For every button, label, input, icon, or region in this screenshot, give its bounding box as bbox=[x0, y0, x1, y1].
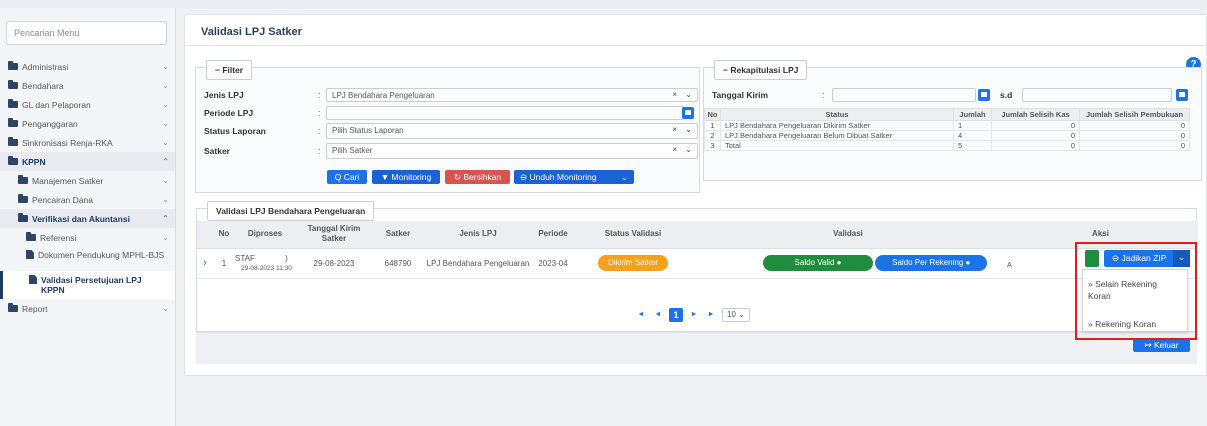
main-content: Validasi LPJ Satker ? − Filter Jenis LPJ… bbox=[184, 14, 1207, 376]
table-row: 3 Total 5 0 0 bbox=[704, 140, 1190, 151]
jenis-lpj-select[interactable]: LPJ Bendahara Pengeluaran × ⌄ bbox=[326, 88, 698, 102]
sidebar-item-verifikasi[interactable]: Verifikasi dan Akuntansi ⌃ bbox=[0, 209, 175, 228]
filter-panel: − Filter Jenis LPJ: LPJ Bendahara Pengel… bbox=[195, 60, 700, 193]
sidebar-item-report[interactable]: Report ⌄ bbox=[0, 299, 175, 318]
folder-icon bbox=[8, 156, 18, 165]
saldo-valid-button[interactable]: Saldo Valid ● bbox=[763, 255, 873, 271]
expand-row-icon[interactable]: › bbox=[197, 248, 213, 279]
chevron-down-icon: ⌄ bbox=[162, 81, 169, 90]
folder-icon bbox=[26, 232, 36, 241]
table-row: 1 LPJ Bendahara Pengeluaran Dikirim Satk… bbox=[704, 120, 1190, 131]
keluar-button[interactable]: ↦ Keluar bbox=[1133, 338, 1190, 352]
footer-bar bbox=[196, 332, 1197, 364]
validasi-table: No Diproses Tanggal Kirim Satker Satker … bbox=[197, 221, 1198, 279]
page-size-select[interactable]: 10 ⌄ bbox=[722, 308, 750, 322]
chevron-down-icon: ⌄ bbox=[162, 233, 169, 242]
unduh-monitoring-button[interactable]: ⊖ Unduh Monitoring ⌄ bbox=[514, 170, 634, 184]
page-title: Validasi LPJ Satker bbox=[201, 26, 302, 38]
pagination: ◄ ◄ 1 ► ► 10 ⌄ bbox=[635, 308, 750, 322]
search-input[interactable]: Pencarian Menu bbox=[6, 21, 167, 45]
chevron-down-icon: ⌄ bbox=[162, 176, 169, 185]
table-row: › 1 STAF ) 29-08-2023 11:30 29-08-2023 6… bbox=[197, 248, 1198, 279]
status-laporan-select[interactable]: Pilih Status Laporan × ⌄ bbox=[326, 123, 698, 139]
jenis-row: Jenis LPJ: LPJ Bendahara Pengeluaran × ⌄ bbox=[204, 88, 698, 102]
tanggal-kirim-to[interactable] bbox=[1022, 88, 1172, 102]
calendar-icon[interactable] bbox=[1176, 89, 1188, 101]
periode-row: Periode LPJ: bbox=[204, 106, 684, 120]
folder-icon bbox=[18, 175, 28, 184]
clear-icon[interactable]: × bbox=[672, 145, 677, 154]
tanggal-row: Tanggal Kirim : bbox=[712, 90, 825, 100]
sidebar-item-kppn[interactable]: KPPN ⌃ bbox=[0, 152, 175, 171]
rekap-panel: − Rekapitulasi LPJ Tanggal Kirim : s.d N… bbox=[703, 60, 1202, 181]
first-page-button[interactable]: ◄ bbox=[635, 308, 647, 322]
folder-icon bbox=[8, 99, 18, 108]
cari-button[interactable]: Q Cari bbox=[327, 170, 367, 184]
validasi-panel: Validasi LPJ Bendahara Pengeluaran No Di… bbox=[196, 201, 1198, 332]
chevron-down-icon: ⌄ bbox=[162, 304, 169, 313]
tanggal-kirim-from[interactable] bbox=[832, 88, 976, 102]
chevron-down-icon: ⌄ bbox=[685, 90, 692, 99]
sidebar: Pencarian Menu Administrasi ⌄ Bendahara ⌄ … bbox=[0, 8, 176, 426]
periode-input[interactable] bbox=[326, 106, 684, 120]
sidebar-item-manajemen-satker[interactable]: Manajemen Satker ⌄ bbox=[0, 171, 175, 190]
top-bar bbox=[0, 0, 1207, 8]
chevron-down-icon: ⌄ bbox=[162, 138, 169, 147]
folder-icon bbox=[8, 303, 18, 312]
folder-icon bbox=[8, 80, 18, 89]
prev-page-button[interactable]: ◄ bbox=[652, 308, 664, 322]
folder-icon bbox=[8, 118, 18, 127]
folder-icon bbox=[18, 213, 28, 222]
divider bbox=[185, 45, 1207, 46]
monitoring-button[interactable]: ▼ Monitoring bbox=[372, 170, 440, 184]
sidebar-item-gl[interactable]: GL dan Pelaporan ⌄ bbox=[0, 95, 175, 114]
rekap-legend[interactable]: − Rekapitulasi LPJ bbox=[714, 60, 808, 80]
last-page-button[interactable]: ► bbox=[705, 308, 717, 322]
sidebar-nav: Administrasi ⌄ Bendahara ⌄ GL dan Pelapora… bbox=[0, 57, 175, 318]
sidebar-item-administrasi[interactable]: Administrasi ⌄ bbox=[0, 57, 175, 76]
filter-legend[interactable]: − Filter bbox=[206, 60, 253, 80]
highlight-box bbox=[1075, 242, 1197, 340]
table-row: 2 LPJ Bendahara Pengeluaran Belum Dibuat… bbox=[704, 130, 1190, 141]
validasi-legend[interactable]: Validasi LPJ Bendahara Pengeluaran bbox=[207, 201, 375, 221]
next-page-button[interactable]: ► bbox=[688, 308, 700, 322]
calendar-icon[interactable] bbox=[978, 89, 990, 101]
chevron-up-icon: ⌃ bbox=[162, 214, 169, 223]
chevron-up-icon: ⌃ bbox=[162, 157, 169, 166]
chevron-down-icon: ⌄ bbox=[162, 100, 169, 109]
sidebar-item-bendahara[interactable]: Bendahara ⌄ bbox=[0, 76, 175, 95]
chevron-down-icon: ⌄ bbox=[162, 119, 169, 128]
calendar-icon[interactable] bbox=[682, 107, 694, 119]
sidebar-item-pencairan-dana[interactable]: Pencairan Dana ⌄ bbox=[0, 190, 175, 209]
folder-icon bbox=[8, 137, 18, 146]
folder-icon bbox=[18, 194, 28, 203]
document-icon bbox=[29, 275, 37, 284]
clear-icon[interactable]: × bbox=[672, 90, 677, 99]
clear-icon[interactable]: × bbox=[672, 125, 677, 134]
chevron-down-icon: ⌄ bbox=[685, 125, 692, 134]
sidebar-item-sinkronisasi[interactable]: Sinkronisasi Renja-RKA ⌄ bbox=[0, 133, 175, 152]
sidebar-item-dokumen-pendukung[interactable]: Dokumen Pendukung MPHL-BJS bbox=[0, 247, 175, 271]
sidebar-item-validasi-lpj[interactable]: Validasi Persetujuan LPJ KPPN bbox=[0, 271, 175, 299]
sidebar-item-referensi[interactable]: Referensi ⌄ bbox=[0, 228, 175, 247]
status-row: Status Laporan: Pilih Status Laporan × ⌄ bbox=[204, 123, 698, 139]
rekap-table: No Status Jumlah Jumlah Selisih Kas Juml… bbox=[704, 108, 1190, 151]
satker-row: Satker: Pilih Satker × ⌄ bbox=[204, 143, 698, 159]
sidebar-item-penganggaran[interactable]: Penganggaran ⌄ bbox=[0, 114, 175, 133]
status-badge: Dikirim Satker bbox=[598, 255, 668, 271]
saldo-per-rekening-button[interactable]: Saldo Per Rekening ● bbox=[875, 255, 988, 271]
chevron-down-icon: ⌄ bbox=[685, 145, 692, 154]
document-icon bbox=[26, 250, 34, 259]
chevron-down-icon: ⌄ bbox=[162, 195, 169, 204]
bersihkan-button[interactable]: ↻ Bersihkan bbox=[445, 170, 510, 184]
page-1-button[interactable]: 1 bbox=[669, 308, 683, 322]
satker-select[interactable]: Pilih Satker × ⌄ bbox=[326, 143, 698, 159]
chevron-down-icon: ⌄ bbox=[162, 62, 169, 71]
chevron-down-icon: ⌄ bbox=[620, 171, 628, 182]
folder-icon bbox=[8, 61, 18, 70]
